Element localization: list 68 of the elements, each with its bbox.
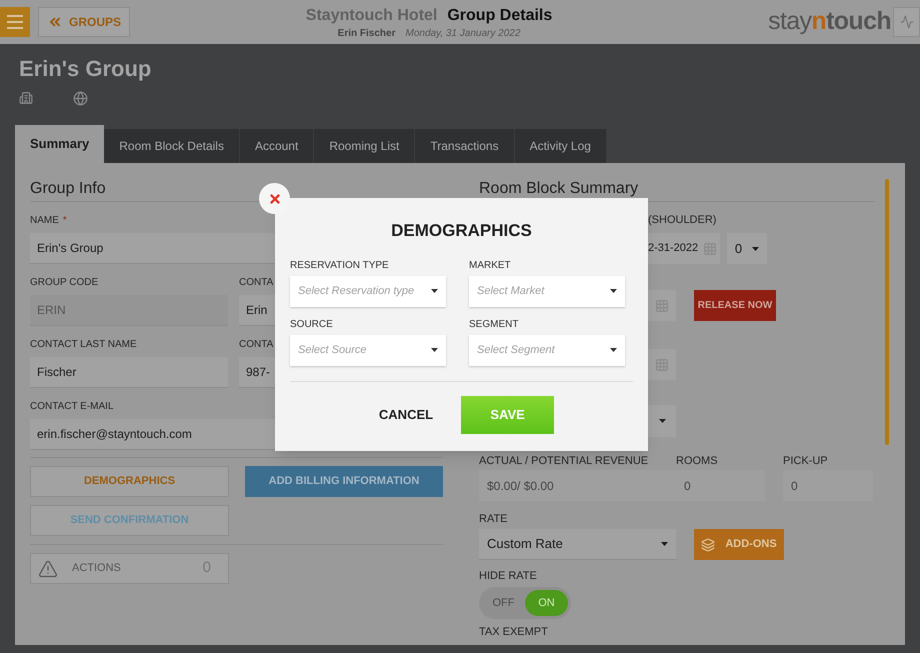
caret-icon bbox=[610, 289, 617, 293]
logo: stayntouch bbox=[768, 6, 891, 38]
field-label: CONTA bbox=[239, 276, 274, 290]
chart-button[interactable] bbox=[893, 7, 920, 37]
section-title: Group Info bbox=[30, 179, 107, 197]
building-icon bbox=[19, 91, 33, 105]
user-name: Erin Fischer bbox=[338, 26, 396, 40]
date-field[interactable]: 2-31-2022 bbox=[648, 233, 720, 264]
field-label: RATE bbox=[479, 512, 509, 525]
tab[interactable]: Rooming List bbox=[314, 129, 416, 163]
select-field[interactable]: Select Source bbox=[290, 334, 446, 366]
release-now-button[interactable]: RELEASE NOW bbox=[694, 290, 776, 321]
field-label: CONTACT LAST NAME bbox=[30, 338, 137, 352]
text-field[interactable]: Fischer bbox=[30, 357, 228, 388]
caret-icon bbox=[752, 246, 760, 250]
page-title: Group Details bbox=[447, 6, 552, 26]
select-field[interactable]: Select Segment bbox=[469, 334, 625, 366]
field-label: HIDE RATE bbox=[479, 569, 538, 582]
field-label: ACTUAL / POTENTIAL REVENUE bbox=[479, 454, 650, 467]
calendar-icon bbox=[655, 358, 669, 372]
caret-icon bbox=[431, 348, 438, 352]
globe-icon bbox=[73, 91, 88, 106]
rate-select[interactable]: Custom Rate bbox=[479, 529, 676, 560]
field-label: TAX EXEMPT bbox=[479, 625, 549, 638]
date-text: Monday, 31 January 2022 bbox=[405, 26, 520, 40]
group-name: Erin's Group bbox=[19, 56, 152, 82]
hotel-name: Stayntouch Hotel bbox=[306, 6, 438, 26]
calendar-icon bbox=[655, 298, 669, 312]
select-field[interactable]: Select Reservation type bbox=[290, 276, 446, 306]
actions-label: ACTIONS bbox=[72, 561, 121, 576]
field-label: CONTACT E-MAIL bbox=[30, 400, 114, 414]
layers-icon bbox=[701, 538, 716, 552]
select-field[interactable] bbox=[648, 405, 676, 437]
calendar-icon bbox=[703, 242, 717, 256]
count-select[interactable]: 0 bbox=[727, 233, 767, 264]
field-label: CONTA bbox=[239, 338, 274, 352]
field-label: GROUP CODE bbox=[30, 276, 98, 290]
tab[interactable]: Transactions bbox=[415, 129, 515, 163]
tab[interactable]: Account bbox=[240, 129, 314, 163]
hide-rate-toggle[interactable]: OFF ON bbox=[479, 587, 571, 619]
scrollbar[interactable] bbox=[885, 179, 889, 445]
add-billing-button[interactable]: ADD BILLING INFORMATION bbox=[245, 466, 443, 497]
field-label: SEGMENT bbox=[469, 318, 520, 330]
caret-icon bbox=[431, 289, 438, 293]
demographics-button[interactable]: DEMOGRAPHICS bbox=[30, 466, 229, 497]
line-chart-icon bbox=[900, 15, 914, 29]
tab[interactable]: Summary bbox=[15, 125, 104, 163]
back-button[interactable]: GROUPS bbox=[38, 7, 130, 37]
section-title: Room Block Summary bbox=[479, 179, 640, 197]
required-mark: * bbox=[62, 214, 67, 228]
field-label: ROOMS bbox=[676, 454, 719, 467]
select-field[interactable]: Select Market bbox=[469, 276, 625, 306]
field-label: SOURCE bbox=[290, 318, 334, 330]
date-field[interactable] bbox=[648, 290, 676, 321]
date-field[interactable] bbox=[648, 349, 676, 380]
add-ons-button[interactable]: ADD-ONS bbox=[694, 529, 784, 560]
tab[interactable]: Room Block Details bbox=[104, 129, 240, 163]
field-label: NAME bbox=[30, 214, 59, 228]
warning-icon bbox=[38, 558, 58, 578]
menu-button[interactable] bbox=[0, 7, 30, 37]
field-label: (SHOULDER) bbox=[648, 212, 716, 228]
field-label: MARKET bbox=[469, 258, 512, 270]
tab[interactable]: Activity Log bbox=[514, 129, 607, 163]
caret-icon bbox=[661, 542, 668, 546]
caret-icon bbox=[610, 348, 617, 352]
field-label: PICK-UP bbox=[783, 454, 829, 467]
caret-icon bbox=[658, 419, 666, 423]
close-icon bbox=[268, 192, 282, 206]
